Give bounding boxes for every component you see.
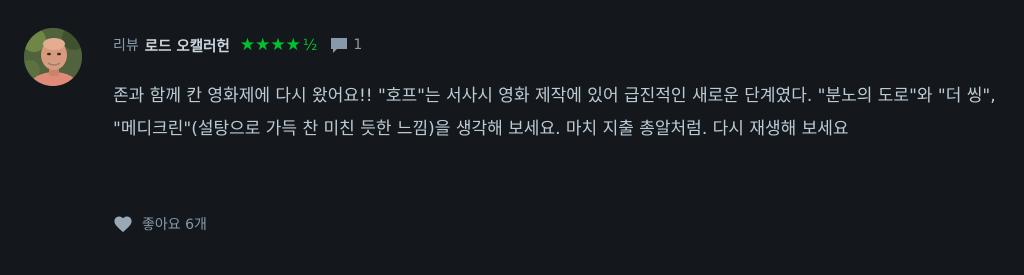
review-header: 리뷰 로드 오캘러헌 ★★★★ ½ 1 (113, 33, 362, 57)
avatar[interactable] (24, 28, 82, 86)
star-rating: ★★★★ ½ (240, 35, 318, 55)
review-type-label: 리뷰 (113, 38, 139, 54)
full-stars: ★★★★ (239, 35, 301, 55)
heart-icon[interactable] (113, 215, 133, 233)
comment-count[interactable]: 1 (353, 37, 362, 53)
likes-count[interactable]: 좋아요 6개 (142, 214, 207, 234)
like-button[interactable]: 좋아요 6개 (113, 212, 207, 236)
half-star: ½ (302, 36, 318, 54)
author-name[interactable]: 로드 오캘러헌 (145, 35, 230, 56)
avatar-image (24, 28, 82, 86)
review-body: 존과 함께 칸 영화제에 다시 왔어요!! "호프"는 서사시 영화 제작에 있… (113, 86, 996, 139)
review-card: 리뷰 로드 오캘러헌 ★★★★ ½ 1 존과 함께 칸 영화제에 다시 왔어요!… (0, 0, 1024, 275)
comment-icon[interactable] (329, 36, 349, 54)
